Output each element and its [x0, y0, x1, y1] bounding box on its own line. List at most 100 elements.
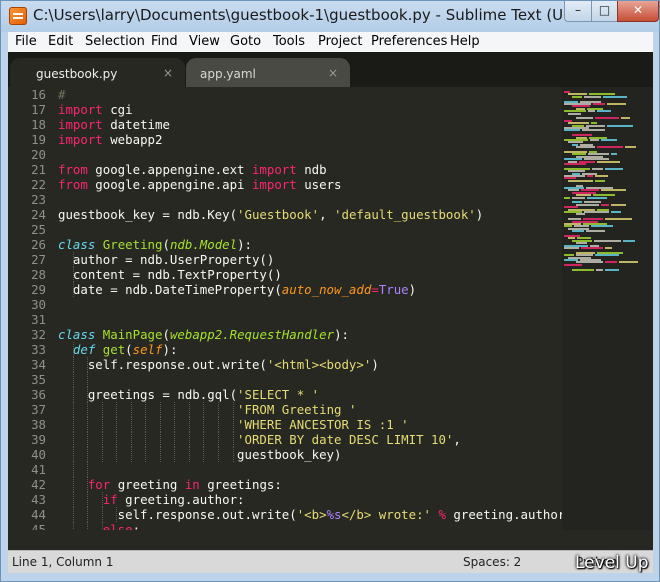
- line-number: 28: [31, 267, 46, 282]
- code-area[interactable]: 16 17 18 19 20 21 22 23 24 25 26 27 28 29 30 31 32 33 34 35…: [8, 87, 653, 530]
- code-line[interactable]: 'ORDER BY date DESC LIMIT 10',: [58, 432, 562, 447]
- line-number: 22: [31, 177, 46, 192]
- code-line[interactable]: author = ndb.UserProperty(): [58, 252, 562, 267]
- minimap-stroke: [605, 247, 612, 249]
- minimap-stroke: [601, 189, 626, 192]
- minimap-stroke: [584, 95, 601, 98]
- code-token: class: [58, 237, 96, 252]
- code-token: from: [58, 162, 88, 177]
- code-line[interactable]: def get(self):: [58, 342, 562, 357]
- minimap-stroke: [564, 247, 579, 249]
- tab-app-yaml[interactable]: app.yaml ×: [186, 58, 350, 87]
- code-line[interactable]: [58, 222, 562, 237]
- menu-file[interactable]: File: [15, 34, 37, 49]
- code-line[interactable]: guestbook_key = ndb.Key('Guestbook', 'de…: [58, 207, 562, 222]
- menu-help[interactable]: Help: [450, 34, 480, 49]
- indent-guide: [131, 432, 132, 447]
- close-button[interactable]: ✕: [617, 1, 659, 22]
- menu-find[interactable]: Find: [151, 34, 178, 49]
- tab-guestbook-py[interactable]: guestbook.py ×: [10, 58, 185, 87]
- menu-tools[interactable]: Tools: [273, 34, 305, 49]
- menu-project[interactable]: Project: [318, 34, 362, 49]
- menu-view[interactable]: View: [189, 34, 220, 49]
- indent-guide: [116, 417, 117, 432]
- indent-guide: [87, 492, 88, 507]
- code-token: ): [371, 357, 379, 372]
- code-token: greetings = ndb.gql(: [58, 387, 238, 402]
- line-number: 16: [31, 87, 46, 102]
- line-number: 32: [31, 327, 46, 342]
- code-line[interactable]: [58, 372, 562, 387]
- indent-guide: [233, 417, 234, 432]
- code-line[interactable]: 'FROM Greeting ': [58, 402, 562, 417]
- menu-preferences[interactable]: Preferences: [371, 34, 447, 49]
- code-token: ): [475, 207, 484, 222]
- code-token: greeting: [110, 477, 185, 492]
- indent-guide: [73, 282, 74, 297]
- title-bar[interactable]: C:\Users\larry\Documents\guestbook-1\gue…: [1, 1, 659, 32]
- code-line[interactable]: self.response.out.write('<b>%s</b> wrote…: [58, 507, 562, 522]
- code-line[interactable]: [58, 297, 562, 312]
- tab-close-icon[interactable]: ×: [163, 66, 173, 80]
- menu-edit[interactable]: Edit: [48, 34, 73, 49]
- minimap-stroke: [572, 230, 584, 233]
- code-line[interactable]: #: [58, 87, 562, 102]
- indent-guide: [73, 402, 74, 417]
- code-line[interactable]: class MainPage(webapp2.RequestHandler):: [58, 327, 562, 342]
- code-line[interactable]: [58, 462, 562, 477]
- line-number: 18: [31, 117, 46, 132]
- code-line[interactable]: else:: [58, 522, 562, 530]
- indent-guide: [189, 432, 190, 447]
- minimap-stroke: [576, 146, 595, 149]
- line-number: 35: [31, 372, 46, 387]
- code-token: google.appengine.api: [87, 177, 252, 192]
- code-text[interactable]: # import cgi import datetime import webapp2…: [58, 87, 562, 530]
- code-line[interactable]: 'WHERE ANCESTOR IS :1 ': [58, 417, 562, 432]
- indent-guide: [189, 417, 190, 432]
- code-line[interactable]: from google.appengine.ext import ndb: [58, 162, 562, 177]
- code-line[interactable]: content = ndb.TextProperty(): [58, 267, 562, 282]
- code-token: %: [438, 507, 446, 522]
- minimap-stroke: [605, 268, 619, 271]
- code-line[interactable]: date = ndb.DateTimeProperty(auto_now_add…: [58, 282, 562, 297]
- code-line[interactable]: [58, 192, 562, 207]
- indent-guide: [73, 522, 74, 530]
- code-token: '<html><body>': [266, 357, 372, 372]
- indent-guide: [160, 402, 161, 417]
- code-line[interactable]: greetings = ndb.gql('SELECT * ': [58, 387, 562, 402]
- code-line[interactable]: if greeting.author:: [58, 492, 562, 507]
- code-line[interactable]: import cgi: [58, 102, 562, 117]
- minimap[interactable]: [562, 87, 653, 530]
- indentation-setting[interactable]: Spaces: 2: [463, 555, 521, 569]
- tab-close-icon[interactable]: ×: [328, 66, 338, 80]
- code-token: def: [72, 342, 96, 357]
- indent-guide: [189, 447, 190, 462]
- minimap-stroke: [623, 239, 635, 242]
- code-line[interactable]: self.response.out.write('<html><body>'): [58, 357, 562, 372]
- code-line[interactable]: import datetime: [58, 117, 562, 132]
- indent-guide: [73, 342, 74, 357]
- code-token: #: [58, 87, 66, 102]
- code-line[interactable]: from google.appengine.api import users: [58, 177, 562, 192]
- minimap-stroke: [584, 211, 609, 213]
- menu-selection[interactable]: Selection: [85, 34, 145, 49]
- code-line[interactable]: [58, 312, 562, 327]
- tab-label: app.yaml: [200, 67, 256, 81]
- minimap-stroke: [593, 103, 605, 105]
- minimap-stroke: [596, 268, 603, 271]
- minimap-stroke: [601, 139, 617, 141]
- indent-guide: [73, 267, 74, 282]
- code-line[interactable]: class Greeting(ndb.Model):: [58, 237, 562, 252]
- menu-goto[interactable]: Goto: [230, 34, 261, 49]
- indent-guide: [73, 492, 74, 507]
- line-number: 29: [31, 282, 46, 297]
- code-line[interactable]: import webapp2: [58, 132, 562, 147]
- code-line[interactable]: guestbook_key): [58, 447, 562, 462]
- code-token: ):: [334, 327, 349, 342]
- maximize-button[interactable]: □: [591, 1, 618, 22]
- code-line[interactable]: for greeting in greetings:: [58, 477, 562, 492]
- minimap-stroke: [588, 110, 595, 113]
- minimize-button[interactable]: –: [564, 1, 592, 22]
- code-line[interactable]: [58, 147, 562, 162]
- indent-guide: [73, 372, 74, 387]
